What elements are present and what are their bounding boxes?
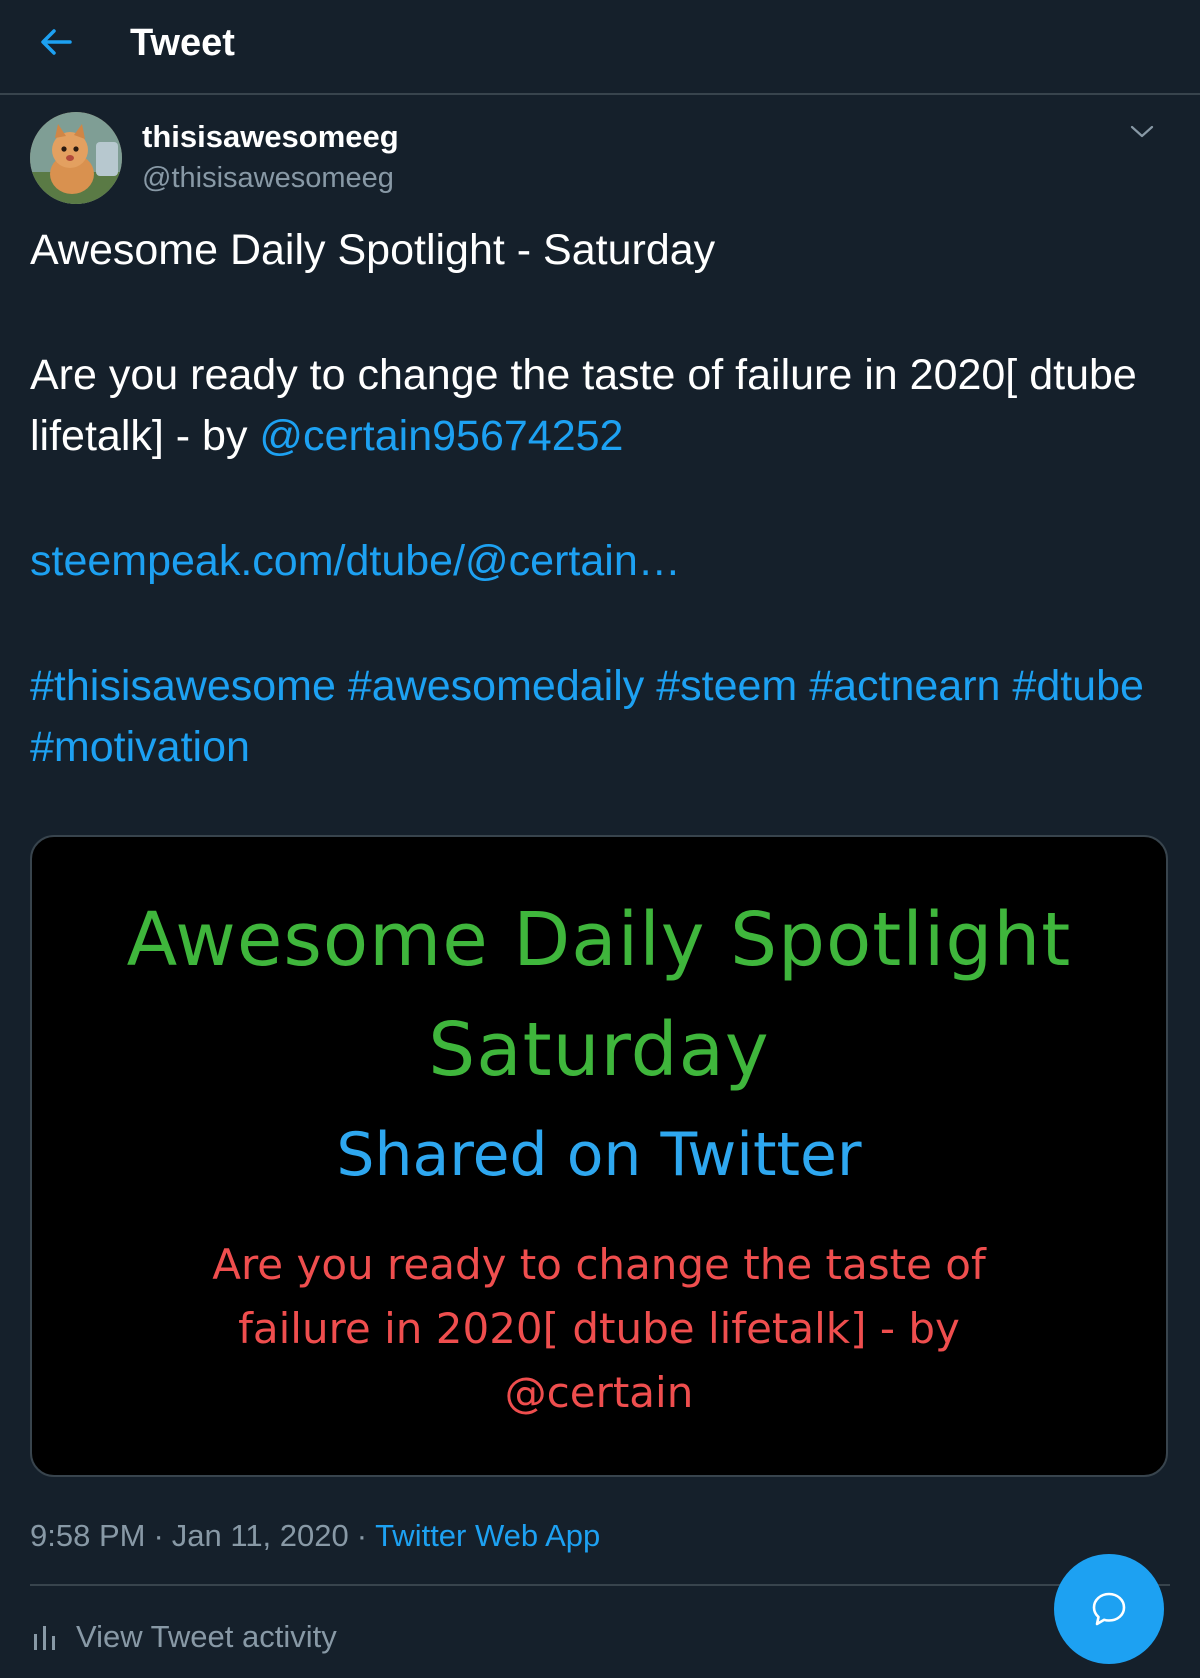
kitten-avatar-image bbox=[30, 112, 122, 204]
display-name[interactable]: thisisawesomeeg bbox=[142, 117, 399, 157]
back-button[interactable] bbox=[28, 14, 84, 70]
tweet-date[interactable]: Jan 11, 2020 bbox=[172, 1518, 349, 1553]
reply-bubble-icon bbox=[1092, 1592, 1126, 1626]
meta-separator: · bbox=[356, 1518, 368, 1553]
avatar[interactable] bbox=[30, 112, 122, 204]
hashtag-list: #thisisawesome #awesomedaily #steem #act… bbox=[30, 656, 1170, 778]
top-bar: Tweet bbox=[0, 0, 1200, 95]
tweet-headline: Awesome Daily Spotlight - Saturday bbox=[30, 226, 716, 274]
media-desc-line-1: Are you ready to change the taste of bbox=[212, 1240, 986, 1289]
arrow-left-icon bbox=[41, 29, 72, 55]
tweet-time: 9:58 PM bbox=[30, 1518, 146, 1553]
activity-label: View Tweet activity bbox=[76, 1619, 337, 1654]
bar-chart-icon bbox=[34, 1626, 55, 1650]
meta-separator: · bbox=[153, 1518, 164, 1553]
divider bbox=[30, 1584, 1170, 1586]
media-title-line-2: Saturday bbox=[428, 1007, 770, 1093]
media-desc-line-3: @certain bbox=[504, 1368, 694, 1417]
hashtag-link[interactable]: #dtube bbox=[1012, 662, 1144, 710]
hashtag-link[interactable]: #thisisawesome bbox=[30, 662, 336, 710]
hashtag-link[interactable]: #actnearn bbox=[809, 662, 1000, 710]
media-subtitle: Shared on Twitter bbox=[336, 1120, 862, 1190]
user-handle: @thisisawesomeeg bbox=[142, 162, 394, 194]
hashtag-link[interactable]: #motivation bbox=[30, 723, 250, 771]
media-image-card[interactable]: Awesome Daily Spotlight Saturday Shared … bbox=[30, 835, 1168, 1477]
view-tweet-activity-button[interactable]: View Tweet activity bbox=[30, 1612, 337, 1662]
tweet-author: thisisawesomeeg @thisisawesomeeg bbox=[30, 112, 1170, 207]
hashtag-link[interactable]: #steem bbox=[656, 662, 797, 710]
media-title-line-1: Awesome Daily Spotlight bbox=[126, 897, 1072, 983]
mention-link[interactable]: @certain95674252 bbox=[259, 412, 623, 460]
reply-fab-button[interactable] bbox=[1054, 1554, 1164, 1664]
media-desc-line-2: failure in 2020[ dtube lifetalk] - by bbox=[238, 1304, 960, 1353]
tweet-source-link[interactable]: Twitter Web App bbox=[375, 1518, 600, 1553]
tweet-meta: 9:58 PM · Jan 11, 2020 · Twitter Web App bbox=[30, 1516, 600, 1556]
url-link[interactable]: steempeak.com/dtube/@certain… bbox=[30, 537, 681, 585]
tweet-body: Awesome Daily Spotlight - Saturday Are y… bbox=[30, 220, 1170, 778]
tweet-paragraph: Are you ready to change the taste of fai… bbox=[30, 345, 1170, 467]
hashtag-link[interactable]: #awesomedaily bbox=[348, 662, 644, 710]
more-options-button[interactable] bbox=[1118, 112, 1166, 152]
page-title: Tweet bbox=[130, 22, 235, 64]
chevron-down-icon bbox=[1130, 125, 1154, 138]
